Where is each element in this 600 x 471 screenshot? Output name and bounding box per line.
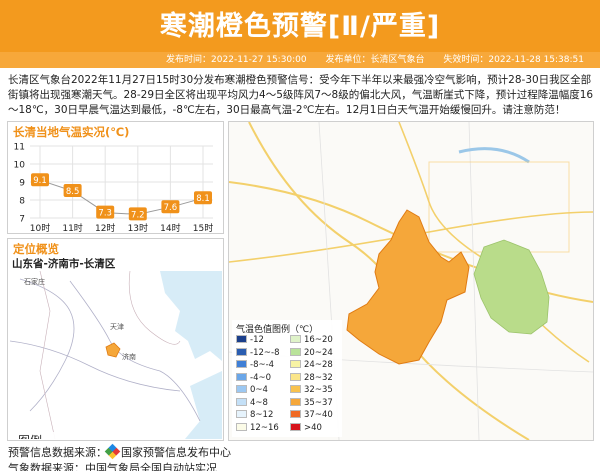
legend-label: 4~8 [250, 397, 268, 408]
legend-label: 28~32 [304, 372, 333, 383]
legend-row: 8~12 [236, 410, 273, 421]
warning-banner: 寒潮橙色预警[Ⅱ/严重] [0, 0, 600, 52]
legend-row: 20~24 [290, 347, 333, 359]
x-tick-label: 10时 [30, 222, 50, 234]
legend-label: -8~-4 [250, 360, 275, 370]
legend-label: >40 [304, 422, 322, 433]
legend-swatch [236, 410, 247, 418]
y-tick-label: 10 [14, 161, 26, 171]
x-tick-label: 14时 [160, 222, 180, 234]
source-label: 预警信息数据来源： [8, 446, 107, 459]
warning-area-map[interactable]: 气温色值图例（℃） -12 -12~-8 -8~-4 -4~0 0~4 4~8 8~12 12… [228, 121, 594, 441]
publish-center-logo-icon [104, 443, 121, 460]
legend-label: -12 [250, 335, 264, 345]
overview-map[interactable]: 石家庄 天津 济南 图例 国界 省界 [10, 271, 222, 439]
temperature-data-label: 8.1 [196, 194, 210, 204]
warning-meta-bar: 发布时间：2022-11-27 15:30:00 发布单位：长清区气象台 失效时… [0, 52, 600, 68]
legend-row: -4~0 [236, 372, 272, 384]
map-label-jinan: 济南 [122, 352, 136, 361]
y-tick-label: 7 [19, 215, 25, 225]
legend-swatch [290, 422, 301, 431]
legend-label: 0~4 [250, 385, 268, 395]
legend-swatch [290, 335, 301, 343]
overview-map-svg: 石家庄 天津 济南 [10, 271, 222, 439]
legend-label: 16~20 [304, 335, 333, 345]
source-line: 预警信息数据来源： 国家预警信息发布中心 [8, 443, 231, 460]
warning-title: 寒潮橙色预警[Ⅱ/严重] [159, 11, 441, 42]
legend-swatch [236, 397, 247, 406]
y-tick-label: 11 [14, 143, 25, 153]
temperature-data-label: 8.5 [66, 187, 80, 197]
publish-time: 发布时间：2022-11-27 15:30:00 [166, 55, 307, 65]
legend-swatch [290, 410, 301, 418]
temperature-data-label: 9.1 [33, 176, 47, 186]
overview-legend-title: 图例 [18, 432, 42, 439]
map-label-tianjin: 天津 [110, 323, 124, 331]
legend-label: 37~40 [304, 410, 333, 420]
legend-row: 12~16 [236, 422, 279, 434]
legend-label: 12~16 [250, 422, 279, 433]
legend-row: 0~4 [236, 385, 268, 396]
data-source-line: 气象数据来源：中国气象局全国自动站实况 [8, 462, 217, 471]
legend-row: 28~32 [290, 372, 333, 384]
legend-row: 32~35 [290, 385, 333, 396]
legend-row: 16~20 [290, 335, 333, 346]
legend-row: -12~-8 [236, 347, 280, 359]
location-panel-title: 定位概览 [13, 242, 59, 256]
location-panel: 定位概览 山东省-济南市-长清区 石家庄 天津 济南 图例 国界 省界 [7, 238, 224, 441]
x-tick-label: 13时 [128, 222, 148, 234]
temperature-color-legend: 气温色值图例（℃） -12 -12~-8 -8~-4 -4~0 0~4 4~8 8~12 12… [232, 320, 342, 437]
legend-swatch [236, 347, 247, 356]
legend-label: 8~12 [250, 410, 274, 420]
expire-time: 失效时间：2022-11-28 15:38:51 [443, 55, 584, 65]
legend-swatch [290, 372, 301, 381]
warning-description: 长清区气象台2022年11月27日15时30分发布寒潮橙色预警信号：受今年下半年… [8, 74, 594, 116]
legend-swatch [290, 347, 301, 356]
legend-label: 24~28 [304, 360, 333, 370]
temperature-chart: 7 8 9 10 11 10时 11时 12时 13时 14时 15时 9.1 8.5 7.3 7.2 7.6… [14, 143, 214, 235]
legend-row: -12 [236, 335, 264, 346]
temperature-data-label: 7.6 [164, 203, 178, 213]
legend-label: 20~24 [304, 347, 333, 358]
legend-label: 32~35 [304, 385, 333, 395]
legend-row: 24~28 [290, 360, 333, 371]
y-tick-label: 8 [19, 197, 25, 207]
location-region: 山东省-济南市-长清区 [12, 258, 116, 270]
temperature-data-label: 7.2 [131, 210, 145, 220]
legend-swatch [236, 360, 247, 368]
map-label-shijiazhuang: 石家庄 [24, 277, 45, 286]
legend-label: -12~-8 [250, 347, 280, 358]
legend-row: -8~-4 [236, 360, 274, 371]
x-tick-label: 11时 [62, 222, 82, 234]
legend-row: 35~37 [290, 397, 333, 409]
y-tick-label: 9 [19, 179, 25, 189]
legend-row: 4~8 [236, 397, 268, 409]
legend-label: 35~37 [304, 397, 333, 408]
legend-swatch [290, 360, 301, 368]
legend-swatch [236, 335, 247, 343]
overview-legend: 图例 国界 省界 [14, 432, 134, 439]
x-tick-label: 12时 [95, 222, 115, 234]
publisher: 发布单位：长清区气象台 [325, 55, 425, 65]
legend-swatch [290, 385, 301, 393]
legend-swatch [236, 372, 247, 381]
legend-row: 37~40 [290, 410, 333, 421]
legend-row: >40 [290, 422, 322, 434]
legend-swatch [290, 397, 301, 406]
temperature-data-label: 7.3 [98, 209, 112, 219]
x-tick-label: 15时 [193, 222, 213, 234]
legend-swatch [236, 422, 247, 431]
temperature-legend-title: 气温色值图例（℃） [236, 325, 319, 335]
source-name: 国家预警信息发布中心 [121, 446, 231, 459]
legend-swatch [236, 385, 247, 393]
legend-label: -4~0 [250, 372, 272, 383]
temperature-panel: 长清当地气温实况(℃) 7 8 9 10 11 10时 11时 12时 13时 14时 15时 9.1… [7, 121, 224, 234]
